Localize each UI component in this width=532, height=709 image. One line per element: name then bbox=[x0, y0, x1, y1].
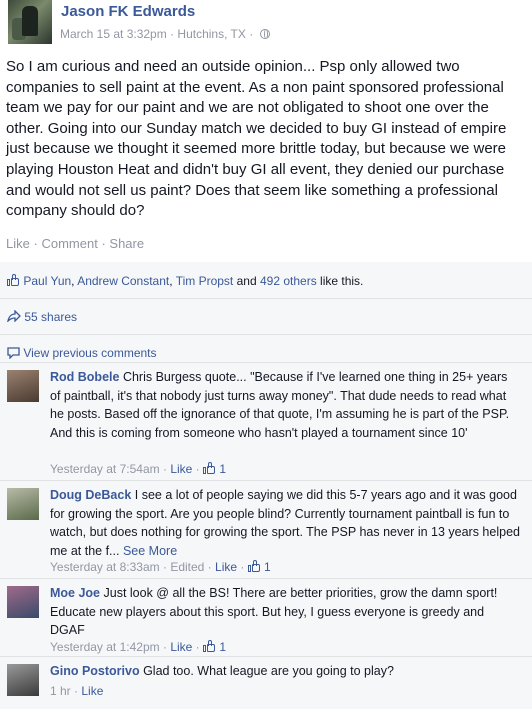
author-name[interactable]: Jason FK Edwards bbox=[61, 3, 195, 20]
comment-body: Chris Burgess quote... "Because if I've … bbox=[50, 370, 510, 440]
comment-like-link[interactable]: Like bbox=[170, 462, 192, 476]
comment-time[interactable]: Yesterday at 1:42pm bbox=[50, 640, 160, 654]
comment-edited[interactable]: Edited bbox=[170, 560, 204, 574]
divider bbox=[0, 578, 532, 579]
comment-like-count[interactable]: 1 bbox=[219, 462, 226, 476]
comment-meta: Yesterday at 7:54am · Like · 1 bbox=[50, 462, 227, 476]
like-icon bbox=[203, 640, 216, 652]
post-actions: Like · Comment · Share bbox=[6, 236, 144, 251]
comment-meta: 1 hr · Like bbox=[50, 684, 104, 698]
commenter-name[interactable]: Gino Postorivo bbox=[50, 664, 140, 678]
commenter-avatar[interactable] bbox=[7, 664, 39, 696]
liker-name[interactable]: Paul Yun bbox=[23, 274, 71, 288]
comment-text: Doug DeBack I see a lot of people saying… bbox=[50, 486, 520, 560]
comment-like-count[interactable]: 1 bbox=[264, 560, 271, 574]
likes-and: and bbox=[236, 274, 257, 288]
comment-time[interactable]: Yesterday at 8:33am bbox=[50, 560, 160, 574]
likes-suffix: like this. bbox=[320, 274, 364, 288]
commenter-avatar[interactable] bbox=[7, 586, 39, 618]
comment-meta: Yesterday at 8:33am · Edited · Like · 1 bbox=[50, 560, 271, 574]
share-link[interactable]: Share bbox=[109, 236, 144, 251]
commenter-name[interactable]: Moe Joe bbox=[50, 586, 100, 600]
author-avatar[interactable] bbox=[8, 0, 52, 44]
post-body: So I am curious and need an outside opin… bbox=[6, 58, 507, 220]
like-icon bbox=[203, 462, 216, 474]
comment-time[interactable]: 1 hr bbox=[50, 684, 71, 698]
post-date[interactable]: March 15 at 3:32pm bbox=[60, 27, 167, 41]
commenter-avatar[interactable] bbox=[7, 370, 39, 402]
comment-icon bbox=[7, 347, 20, 359]
comment-like-count[interactable]: 1 bbox=[219, 640, 226, 654]
divider bbox=[0, 362, 532, 363]
like-icon bbox=[247, 560, 261, 572]
comment-like-link[interactable]: Like bbox=[170, 640, 192, 654]
liker-name[interactable]: Tim Propst bbox=[176, 274, 234, 288]
post-header: Jason FK Edwards March 15 at 3:32pm · Hu… bbox=[0, 0, 532, 52]
comment-link[interactable]: Comment bbox=[41, 236, 97, 251]
commenter-name[interactable]: Doug DeBack bbox=[50, 488, 131, 502]
like-icon bbox=[7, 274, 20, 286]
comment-text: Moe Joe Just look @ all the BS! There ar… bbox=[50, 584, 520, 640]
view-previous-comments-link[interactable]: View previous comments bbox=[23, 346, 156, 360]
divider bbox=[0, 480, 532, 481]
commenter-name[interactable]: Rod Bobele bbox=[50, 370, 119, 384]
liker-name[interactable]: Andrew Constant bbox=[77, 274, 169, 288]
comment-like-link[interactable]: Like bbox=[215, 560, 237, 574]
globe-icon[interactable] bbox=[259, 29, 270, 39]
view-previous-row: View previous comments bbox=[7, 346, 532, 360]
action-separator: · bbox=[33, 236, 38, 251]
comment-time[interactable]: Yesterday at 7:54am bbox=[50, 462, 160, 476]
divider bbox=[0, 334, 532, 335]
comment-like-link[interactable]: Like bbox=[81, 684, 103, 698]
like-link[interactable]: Like bbox=[6, 236, 30, 251]
comment-meta: Yesterday at 1:42pm · Like · 1 bbox=[50, 640, 227, 654]
comment-text: Rod Bobele Chris Burgess quote... "Becau… bbox=[50, 368, 520, 442]
post-meta: March 15 at 3:32pm · Hutchins, TX · bbox=[60, 27, 270, 41]
comment-body: Just look @ all the BS! There are better… bbox=[50, 586, 498, 638]
divider bbox=[0, 298, 532, 299]
divider bbox=[0, 656, 532, 657]
meta-separator: · bbox=[170, 27, 175, 41]
meta-separator: · bbox=[249, 27, 254, 41]
post-location[interactable]: Hutchins, TX bbox=[177, 27, 245, 41]
likes-summary: Paul Yun, Andrew Constant, Tim Propst an… bbox=[7, 274, 532, 288]
comment-text: Gino Postorivo Glad too. What league are… bbox=[50, 662, 520, 681]
see-more-link[interactable]: See More bbox=[123, 544, 177, 558]
action-separator: · bbox=[101, 236, 106, 251]
shares-row: 55 shares bbox=[7, 310, 532, 324]
shares-link[interactable]: 55 shares bbox=[24, 310, 77, 324]
feedback-area: Paul Yun, Andrew Constant, Tim Propst an… bbox=[0, 262, 532, 709]
comment-body: Glad too. What league are you going to p… bbox=[143, 664, 394, 678]
likes-others-link[interactable]: 492 others bbox=[260, 274, 317, 288]
share-icon bbox=[7, 310, 21, 322]
commenter-avatar[interactable] bbox=[7, 488, 39, 520]
